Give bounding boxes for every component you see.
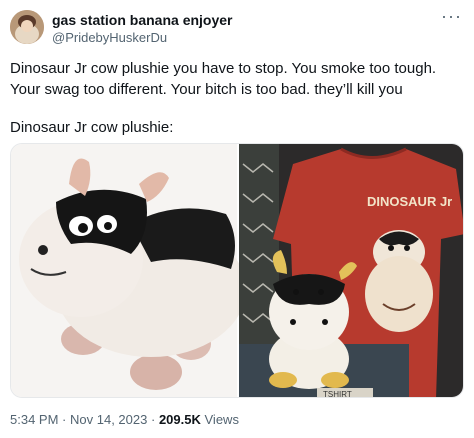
avatar[interactable] [10, 10, 44, 44]
display-name[interactable]: gas station banana enjoyer [52, 12, 233, 29]
views-label: Views [204, 412, 239, 427]
shirt-photo: DINOSAUR Jr TSHIRT [239, 144, 463, 398]
tweet-time[interactable]: 5:34 PM [10, 412, 58, 427]
meta-separator: · [62, 412, 67, 427]
tweet-card: gas station banana enjoyer @PridebyHuske… [0, 0, 474, 438]
tweet-text-caption: Dinosaur Jr cow plushie: [10, 119, 174, 136]
tweet-date[interactable]: Nov 14, 2023 [70, 412, 147, 427]
shirt-print-text: DINOSAUR Jr [367, 194, 452, 209]
views-count: 209.5K [158, 412, 201, 427]
tweet-text: Dinosaur Jr cow plushie you have to stop… [10, 60, 437, 98]
handle[interactable]: @PridebyHuskerDu [52, 29, 233, 47]
plushie-photo [11, 144, 246, 397]
tag-text: TSHIRT [323, 390, 352, 398]
author-block: gas station banana enjoyer @PridebyHuske… [52, 12, 233, 47]
media-image[interactable]: DINOSAUR Jr TSHIRT [10, 143, 464, 398]
meta-separator: · [150, 412, 156, 427]
more-horizontal-icon[interactable]: ··· [441, 6, 462, 27]
tweet-metadata: 5:34 PM · Nov 14, 2023 · 209.5K Views [10, 412, 239, 427]
